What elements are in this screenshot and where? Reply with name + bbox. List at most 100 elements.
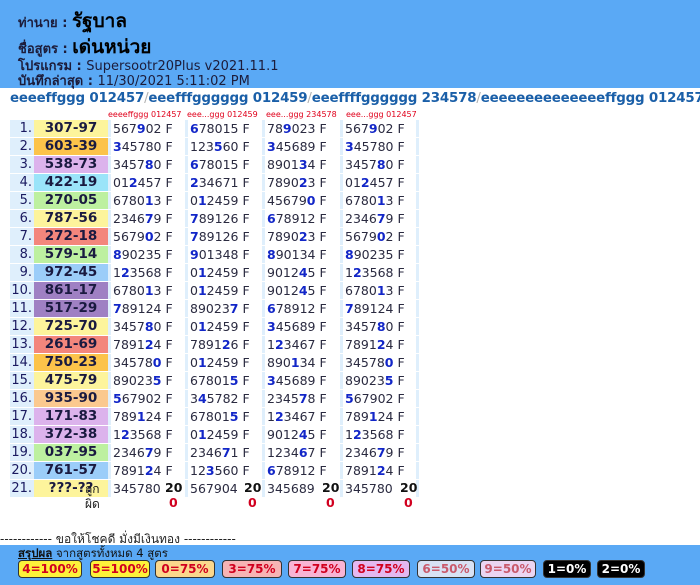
table-row: 2. 603-39 345780 F 123560 F 345689 F 345780 F: [10, 138, 419, 155]
digit-badge: 1=0%: [543, 560, 591, 578]
row-number: 3.: [10, 156, 34, 173]
row-number: 13.: [10, 336, 34, 353]
formula-cell: 234679 F: [345, 211, 405, 226]
draw-result: 517-29: [34, 300, 108, 317]
formula-cell: 789126 F: [190, 229, 250, 244]
formula-cell: 789023 F: [267, 175, 327, 190]
column-divider: [416, 246, 419, 263]
table-row: 9. 972-45 123568 F 012459 F 901245 F 123568 F: [10, 264, 419, 281]
column-divider: [416, 264, 419, 281]
draw-result: 037-95: [34, 444, 108, 461]
formula-cell: 567902 F: [345, 391, 405, 406]
draw-result: 972-45: [34, 264, 108, 281]
formula-cell: 678015 F: [190, 409, 250, 424]
formula-cell: 345689 F: [267, 373, 327, 388]
formula-cell: 890235 F: [345, 247, 405, 262]
miss-count-2: 0: [248, 495, 257, 510]
column-divider: [416, 120, 419, 137]
table-row: 8. 579-14 890235 F 901348 F 890134 F 890235 F: [10, 246, 419, 263]
table-row: 6. 787-56 234679 F 789126 F 678912 F 234679 F: [10, 210, 419, 227]
formula-cell: 678912 F: [267, 463, 327, 478]
formula-cell: 123467 F: [267, 409, 327, 424]
formula-cell: 012459 F: [190, 355, 250, 370]
row-number: 10.: [10, 282, 34, 299]
formula-cell: 234671 F: [190, 175, 250, 190]
row-number: 7.: [10, 228, 34, 245]
column-divider: [416, 300, 419, 317]
formula-cell: 345780 F: [113, 355, 173, 370]
row-number: 4.: [10, 174, 34, 191]
digit-badge: 3=75%: [222, 560, 282, 578]
formula-cell: 678013 F: [345, 193, 405, 208]
draw-result: 270-05: [34, 192, 108, 209]
formula-4: eeeeeeeeeeeeeeffggg 012457: [480, 91, 700, 106]
row-number: 9.: [10, 264, 34, 281]
formula-cell: 678015 F: [190, 157, 250, 172]
column-head-1: eeeeffggg 012457: [108, 110, 182, 119]
formula-cell: 789023 F: [267, 121, 327, 136]
formula-cell: 123568 F: [345, 427, 405, 442]
formula-cell: 123568 F: [113, 427, 173, 442]
row-number: 6.: [10, 210, 34, 227]
formula-cell: 234679 F: [345, 445, 405, 460]
formula-cell: 890134 F: [267, 355, 327, 370]
row-number: 2.: [10, 138, 34, 155]
column-divider: [416, 444, 419, 461]
draw-result: 761-57: [34, 462, 108, 479]
formula-cell: 789124 F: [345, 463, 405, 478]
saved-timestamp: 11/30/2021 5:11:02 PM: [97, 74, 250, 89]
saved-label: บันทึกล่าสุด :: [18, 74, 93, 89]
formula-cell: 123467 F: [267, 445, 327, 460]
row-number: 19.: [10, 444, 34, 461]
digit-badge: 7=75%: [288, 560, 346, 578]
summary-text: จากสูตรทั้งหมด 4 สูตร: [55, 546, 168, 560]
formula-1: eeeeffggg 012457: [10, 91, 145, 106]
row-number: 8.: [10, 246, 34, 263]
formula-cell: 789124 F: [345, 409, 405, 424]
column-divider: [416, 174, 419, 191]
draw-result: 272-18: [34, 228, 108, 245]
miss-count-4: 0: [404, 495, 413, 510]
formula-list: eeeeffggg 012457/eeefffgggggg 012459/eee…: [10, 91, 700, 106]
row-number: 5.: [10, 192, 34, 209]
formula-cell: 890235 F: [345, 373, 405, 388]
saved-row: บันทึกล่าสุด : 11/30/2021 5:11:02 PM: [18, 70, 250, 91]
formula-cell: 890235 F: [113, 247, 173, 262]
table-row: 21. ???-?? 345780 567904 345689 345780: [10, 480, 419, 497]
formula-cell: 678013 F: [345, 283, 405, 298]
table-row: 17. 171-83 789124 F 678015 F 123467 F 789124 …: [10, 408, 419, 425]
formula-cell: 789124 F: [113, 409, 173, 424]
table-row: 1. 307-97 567902 F 678015 F 789023 F 567902 F: [10, 120, 419, 137]
column-head-3: eee...ggg 234578: [266, 110, 337, 119]
formula-cell: 345780 F: [345, 157, 405, 172]
row-number: 18.: [10, 426, 34, 443]
formula-cell: 123560 F: [190, 463, 250, 478]
formula-cell: 789124 F: [345, 301, 405, 316]
row-number: 12.: [10, 318, 34, 335]
formula-cell: 345780 F: [113, 157, 173, 172]
row-number: 14.: [10, 354, 34, 371]
column-head-4: eee...ggg 012457: [346, 110, 417, 119]
hit-count-3: 20: [322, 480, 340, 495]
formula-cell: 567902 F: [345, 121, 405, 136]
row-number: 17.: [10, 408, 34, 425]
formula-3: eeeffffgggggg 234578: [311, 91, 477, 106]
formula-cell: 678912 F: [267, 211, 327, 226]
formula-cell: 012459 F: [190, 265, 250, 280]
draw-result: 725-70: [34, 318, 108, 335]
column-divider: [416, 228, 419, 245]
draw-result: 538-73: [34, 156, 108, 173]
draw-result: 935-90: [34, 390, 108, 407]
draw-result: 171-83: [34, 408, 108, 425]
formula-cell: 678912 F: [267, 301, 327, 316]
formula-cell: 789124 F: [113, 301, 173, 316]
draw-result: 579-14: [34, 246, 108, 263]
formula-cell: 345780 F: [345, 319, 405, 334]
draw-result: 372-38: [34, 426, 108, 443]
hit-count-1: 20: [165, 480, 183, 495]
formula-cell: 345780 F: [113, 319, 173, 334]
draw-result: 750-23: [34, 354, 108, 371]
draw-result: 603-39: [34, 138, 108, 155]
column-divider: [416, 210, 419, 227]
table-row: 19. 037-95 234679 F 234671 F 123467 F 234679 …: [10, 444, 419, 461]
